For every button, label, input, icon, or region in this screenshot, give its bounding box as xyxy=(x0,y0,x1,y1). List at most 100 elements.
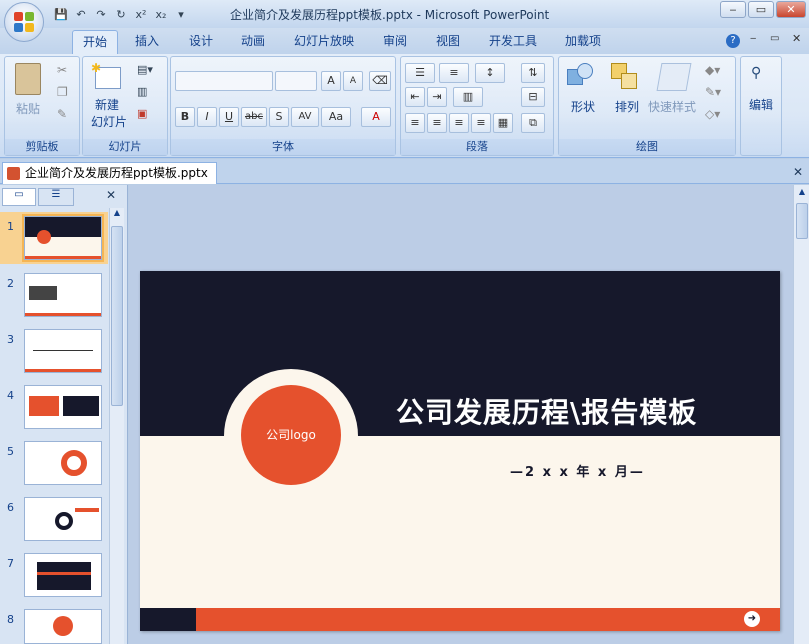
tab-home[interactable]: 开始 xyxy=(72,30,118,54)
slide-thumbnail-7[interactable] xyxy=(24,553,102,597)
tab-review[interactable]: 审阅 xyxy=(374,30,416,54)
slide-title[interactable]: 公司发展历程\报告模板 xyxy=(396,391,697,431)
tab-developer[interactable]: 开发工具 xyxy=(480,30,546,54)
refresh-icon[interactable]: ↻ xyxy=(112,5,130,23)
undo-icon[interactable]: ↶ xyxy=(72,5,90,23)
slide-panel-scrollbar[interactable]: ▲ xyxy=(109,208,124,644)
reset-icon[interactable]: ▥ xyxy=(137,85,147,98)
bold-button[interactable]: B xyxy=(175,107,195,127)
shadow-button[interactable]: S xyxy=(269,107,289,127)
group-font: A A ⌫ B I U abc S AV Aa A 字体 xyxy=(170,56,396,156)
justify-icon[interactable]: ≡ xyxy=(471,113,491,133)
close-panel-icon[interactable]: ✕ xyxy=(106,188,116,202)
maximize-button[interactable]: ▭ xyxy=(748,1,774,18)
font-size-combo[interactable] xyxy=(275,71,317,91)
redo-icon[interactable]: ↷ xyxy=(92,5,110,23)
paste-button[interactable]: 粘贴 xyxy=(11,101,45,117)
format-painter-icon[interactable]: ✎ xyxy=(57,107,67,121)
font-color-button[interactable]: A xyxy=(361,107,391,127)
scroll-thumb[interactable] xyxy=(796,203,808,239)
slide-thumbnail-4[interactable] xyxy=(24,385,102,429)
tab-insert[interactable]: 插入 xyxy=(126,30,168,54)
next-arrow-icon[interactable]: ➜ xyxy=(744,611,760,627)
panel-tabs: ▭ ☰ ✕ xyxy=(2,188,124,206)
strikethrough-button[interactable]: abc xyxy=(241,107,267,127)
columns-icon[interactable]: ▥ xyxy=(453,87,483,107)
shape-fill-icon[interactable]: ◆▾ xyxy=(705,63,720,77)
font-name-combo[interactable] xyxy=(175,71,273,91)
slide-thumbnail-3[interactable] xyxy=(24,329,102,373)
copy-icon[interactable]: ❐ xyxy=(57,85,68,99)
slide-thumbnail-5[interactable] xyxy=(24,441,102,485)
slide-date[interactable]: —2 x x 年 x 月— xyxy=(510,461,645,480)
delete-slide-icon[interactable]: ▣ xyxy=(137,107,147,120)
subscript-icon[interactable]: x₂ xyxy=(152,5,170,23)
ribbon-restore-icon[interactable]: ▭ xyxy=(770,33,779,44)
align-right-icon[interactable]: ≡ xyxy=(449,113,469,133)
scroll-up-icon[interactable]: ▲ xyxy=(796,187,808,199)
align-left-icon[interactable]: ≡ xyxy=(405,113,425,133)
logo-circle[interactable]: 公司logo xyxy=(241,385,341,485)
line-spacing-icon[interactable]: ↕ xyxy=(475,63,505,83)
slide-canvas[interactable]: 公司logo 公司发展历程\报告模板 —2 x x 年 x 月— ➜ xyxy=(140,271,780,631)
decrease-indent-icon[interactable]: ⇤ xyxy=(405,87,425,107)
shape-effects-icon[interactable]: ◇▾ xyxy=(705,107,720,121)
bullets-icon[interactable]: ☰ xyxy=(405,63,435,83)
slide-thumbnail-1[interactable] xyxy=(22,214,104,262)
slide-thumbnail-2[interactable] xyxy=(24,273,102,317)
increase-indent-icon[interactable]: ⇥ xyxy=(427,87,447,107)
outline-tab[interactable]: ☰ xyxy=(38,188,74,206)
tab-design[interactable]: 设计 xyxy=(180,30,222,54)
group-label: 剪贴板 xyxy=(5,139,79,155)
text-direction-icon[interactable]: ⇅ xyxy=(521,63,545,83)
editor-scrollbar[interactable]: ▲ xyxy=(793,185,809,644)
help-icon[interactable]: ? xyxy=(726,34,740,48)
ribbon-close-icon[interactable]: ✕ xyxy=(792,32,801,45)
editing-button[interactable]: 编辑 xyxy=(741,97,781,113)
document-tab[interactable]: 企业简介及发展历程ppt模板.pptx xyxy=(2,162,217,184)
qat-more-icon[interactable]: ▾ xyxy=(172,5,190,23)
close-button[interactable]: ✕ xyxy=(776,1,806,18)
slide-number: 5 xyxy=(7,445,14,458)
clear-format-icon[interactable]: ⌫ xyxy=(369,71,391,91)
tab-slideshow[interactable]: 幻灯片放映 xyxy=(286,30,362,54)
group-drawing: 形状 排列 快速样式 ◆▾ ✎▾ ◇▾ 绘图 xyxy=(558,56,736,156)
align-text-icon[interactable]: ⊟ xyxy=(521,87,545,107)
save-icon[interactable]: 💾 xyxy=(52,5,70,23)
italic-button[interactable]: I xyxy=(197,107,217,127)
grow-font-button[interactable]: A xyxy=(321,71,341,91)
close-document-icon[interactable]: ✕ xyxy=(793,165,803,179)
numbering-icon[interactable]: ≡ xyxy=(439,63,469,83)
change-case-button[interactable]: Aa xyxy=(321,107,351,127)
shape-outline-icon[interactable]: ✎▾ xyxy=(705,85,721,99)
shapes-button[interactable]: 形状 xyxy=(563,99,603,115)
slide-number: 7 xyxy=(7,557,14,570)
tab-animation[interactable]: 动画 xyxy=(232,30,274,54)
distribute-icon[interactable]: ▦ xyxy=(493,113,513,133)
scroll-up-icon[interactable]: ▲ xyxy=(111,208,123,222)
tab-addins[interactable]: 加载项 xyxy=(556,30,610,54)
superscript-icon[interactable]: x² xyxy=(132,5,150,23)
smartart-icon[interactable]: ⧉ xyxy=(521,113,545,133)
footer-red-bar xyxy=(196,608,780,631)
arrange-button[interactable]: 排列 xyxy=(607,99,647,115)
slide-thumbnail-8[interactable] xyxy=(24,609,102,644)
slide-thumbnail-6[interactable] xyxy=(24,497,102,541)
new-slide-label1[interactable]: 新建 xyxy=(87,97,127,113)
char-spacing-button[interactable]: AV xyxy=(291,107,319,127)
quick-styles-button[interactable]: 快速样式 xyxy=(645,99,699,115)
underline-button[interactable]: U xyxy=(219,107,239,127)
shrink-font-button[interactable]: A xyxy=(343,71,363,91)
slides-tab[interactable]: ▭ xyxy=(2,188,36,206)
cut-icon[interactable]: ✂ xyxy=(57,63,67,77)
slide-number: 1 xyxy=(7,220,14,233)
scroll-thumb[interactable] xyxy=(111,226,123,406)
minimize-button[interactable]: ‒ xyxy=(720,1,746,18)
layout-icon[interactable]: ▤▾ xyxy=(137,63,153,76)
ribbon-minimize-icon[interactable]: ‒ xyxy=(750,33,756,44)
align-center-icon[interactable]: ≡ xyxy=(427,113,447,133)
office-logo-icon xyxy=(14,12,34,32)
new-slide-button[interactable]: 幻灯片 xyxy=(83,114,135,130)
office-button[interactable] xyxy=(4,2,44,42)
tab-view[interactable]: 视图 xyxy=(427,30,469,54)
